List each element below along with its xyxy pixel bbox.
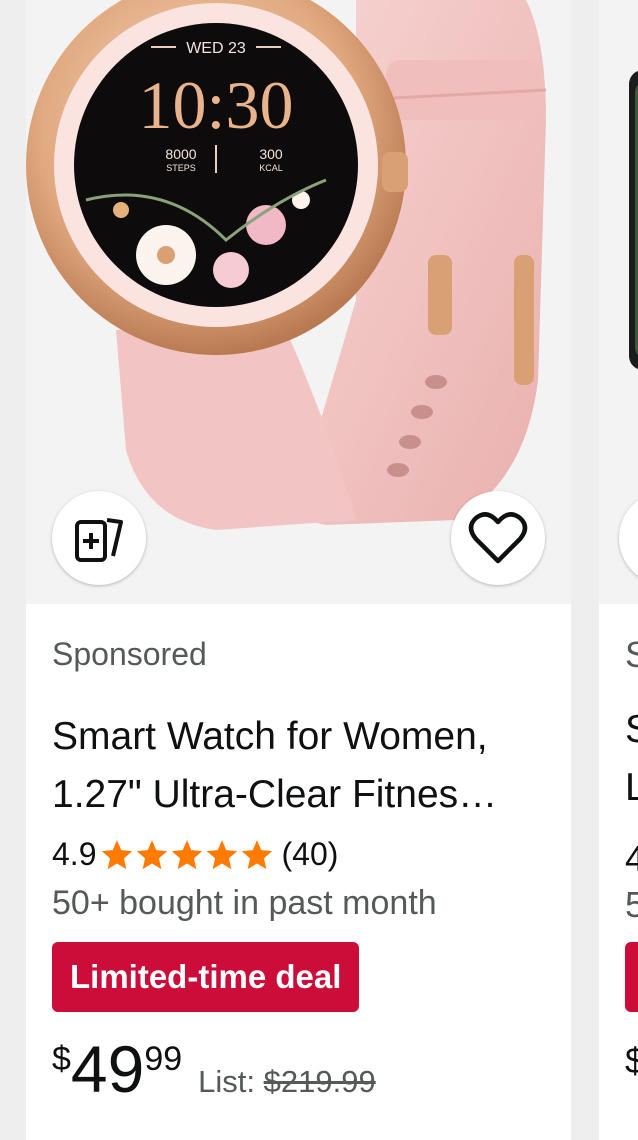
- product-title-line-1[interactable]: Smart Watch for Women,: [52, 708, 552, 766]
- next-deal-badge: [625, 942, 638, 1012]
- product-title[interactable]: Smart Watch for Women, 1.27" Ultra-Clear…: [52, 708, 552, 824]
- list-price: List: $219.99: [198, 1064, 376, 1100]
- price-currency: $: [52, 1040, 71, 1078]
- next-price: $: [625, 1040, 638, 1081]
- product-title-line-2[interactable]: 1.27" Ultra-Clear Fitnes…: [52, 766, 552, 824]
- next-title-line-1[interactable]: S: [625, 708, 638, 752]
- list-price-value: $219.99: [263, 1064, 376, 1099]
- watch-kcal-value: 300: [259, 146, 283, 162]
- watch-date: WED 23: [186, 40, 246, 57]
- next-product-image[interactable]: [599, 0, 638, 604]
- compare-button[interactable]: [52, 491, 146, 585]
- rating-stars[interactable]: [100, 838, 275, 872]
- price: $ 49 99 List: $219.99: [52, 1034, 376, 1102]
- next-sponsored-label: S: [625, 634, 638, 675]
- next-rating: 4: [625, 838, 638, 879]
- deal-badge: Limited-time deal: [52, 942, 360, 1012]
- sponsored-label: Sponsored: [52, 636, 207, 672]
- next-title-line-2[interactable]: L: [625, 766, 638, 810]
- star-icon: [172, 839, 203, 869]
- star-icon: [137, 839, 168, 869]
- list-price-label: List:: [198, 1064, 256, 1099]
- watch-kcal-label: KCAL: [259, 163, 283, 173]
- product-card[interactable]: WED 23 10:30 8000 STEPS 300 KCAL Sponsor…: [26, 0, 571, 1140]
- heart-icon: [468, 512, 528, 564]
- next-bought: 5: [625, 884, 638, 925]
- wishlist-button[interactable]: [451, 491, 545, 585]
- price-whole: 49: [70, 1032, 145, 1106]
- star-icon: [242, 839, 273, 869]
- watch-time: 10:30: [139, 67, 294, 143]
- watch-steps-value: 8000: [165, 146, 196, 162]
- bought-count: 50+ bought in past month: [52, 884, 437, 922]
- watch-steps-label: STEPS: [166, 163, 196, 173]
- rating-row[interactable]: 4.9 (40): [52, 836, 338, 873]
- star-icon: [102, 839, 133, 869]
- product-image[interactable]: WED 23 10:30 8000 STEPS 300 KCAL: [26, 0, 571, 604]
- next-product-card[interactable]: S S L 4 5 $: [599, 0, 638, 1140]
- compare-icon: [75, 518, 123, 562]
- review-count[interactable]: (40): [281, 836, 338, 873]
- star-icon: [207, 839, 238, 869]
- rating-value: 4.9: [52, 836, 97, 872]
- price-fraction: 99: [144, 1040, 183, 1078]
